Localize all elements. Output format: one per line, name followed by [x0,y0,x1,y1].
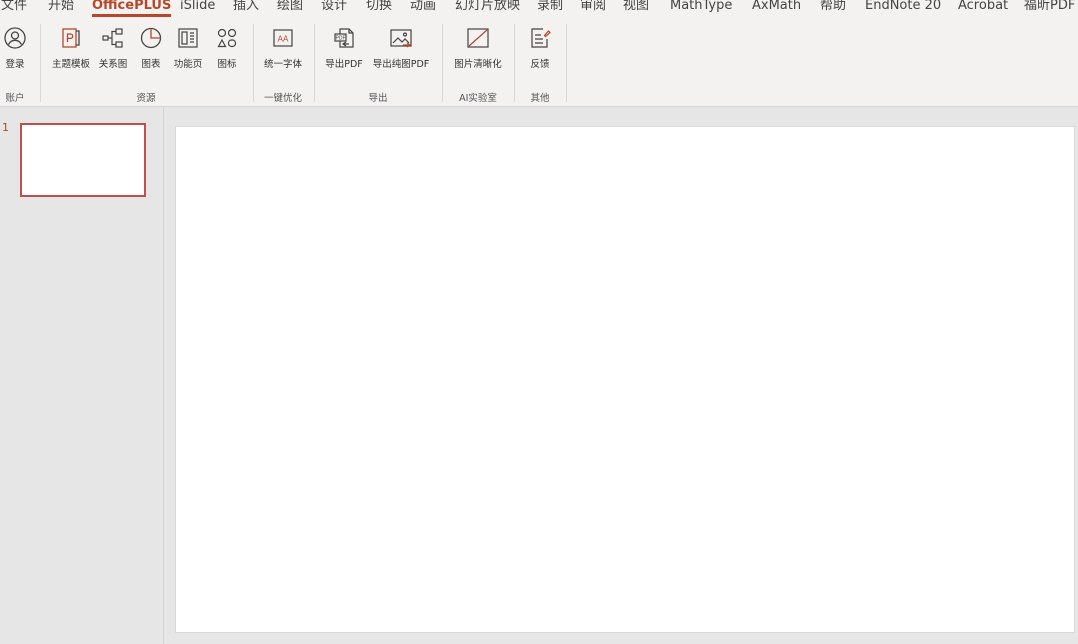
image-pdf-icon [389,26,413,50]
group-label-optimize: 一键优化 [263,93,302,104]
feedback-label: 反馈 [530,59,550,70]
tab-acrobat[interactable]: Acrobat [958,0,1008,16]
ribbon-tab-bar: 文件 开始 OfficePLUS iSlide 插入 绘图 设计 切换 动画 幻… [0,0,1078,18]
group-separator [253,24,254,102]
tab-endnote[interactable]: EndNote 20 [865,0,941,16]
function-page-icon [176,26,200,50]
export-image-pdf-button[interactable]: 导出纯图PDF [368,22,434,72]
login-label: 登录 [5,59,25,70]
shapes-icon [215,26,239,50]
relation-chart-button[interactable]: 关系图 [96,22,130,72]
pie-icon [139,26,163,50]
theme-template-button[interactable]: 主题模板 [48,22,94,72]
group-separator [40,24,41,102]
group-separator [566,24,567,102]
ribbon: 登录 账户 主题模板 关系图 图表 功能页 图标 资源 AA 统一字体 一键优化… [0,18,1078,107]
tab-foxit-pdf[interactable]: 福昕PDF [1024,0,1075,16]
group-separator [314,24,315,102]
svg-text:AA: AA [278,35,289,44]
chart-button[interactable]: 图表 [136,22,166,72]
image-clarify-icon [466,26,490,50]
tab-officeplus[interactable]: OfficePLUS [92,0,172,17]
feedback-button[interactable]: 反馈 [522,22,558,72]
svg-text:PDF: PDF [336,36,346,42]
tab-design[interactable]: 设计 [321,0,347,16]
tab-islide[interactable]: iSlide [180,0,215,16]
export-image-pdf-label: 导出纯图PDF [372,59,430,70]
pdf-icon: PDF [332,26,356,50]
user-icon [3,26,27,50]
slide-number: 1 [2,121,9,134]
relation-chart-label: 关系图 [98,59,128,70]
group-separator [442,24,443,102]
slide-canvas[interactable] [175,126,1075,633]
tab-help[interactable]: 帮助 [820,0,846,16]
group-label-other: 其他 [530,93,550,104]
function-page-button[interactable]: 功能页 [170,22,206,72]
relation-icon [101,26,125,50]
tab-animations[interactable]: 动画 [410,0,436,16]
export-pdf-button[interactable]: PDF 导出PDF [321,22,367,72]
tab-transitions[interactable]: 切换 [366,0,392,16]
unify-font-label: 统一字体 [263,59,302,70]
tab-draw[interactable]: 绘图 [277,0,303,16]
template-icon [59,26,83,50]
icons-button[interactable]: 图标 [212,22,242,72]
font-icon: AA [271,26,295,50]
tab-record[interactable]: 录制 [537,0,563,16]
group-label-export: 导出 [368,93,388,104]
tab-view[interactable]: 视图 [623,0,649,16]
tab-slideshow[interactable]: 幻灯片放映 [455,0,520,16]
tab-axmath[interactable]: AxMath [752,0,801,16]
tab-home[interactable]: 开始 [48,0,74,16]
group-label-ai-lab: AI实验室 [459,93,497,104]
feedback-icon [528,26,552,50]
tab-mathtype[interactable]: MathType [670,0,732,16]
group-label-resources: 资源 [136,93,156,104]
icons-label: 图标 [217,59,237,70]
theme-template-label: 主题模板 [51,59,90,70]
chart-label: 图表 [141,59,161,70]
login-button[interactable]: 登录 [0,22,30,72]
slide-thumbnail-pane[interactable]: 1 [0,107,164,644]
export-pdf-label: 导出PDF [325,59,363,70]
group-label-account: 账户 [5,93,25,104]
tab-review[interactable]: 审阅 [580,0,606,16]
unify-font-button[interactable]: AA 统一字体 [260,22,306,72]
function-page-label: 功能页 [173,59,203,70]
tab-insert[interactable]: 插入 [233,0,259,16]
image-clarify-label: 图片清晰化 [454,59,502,70]
slide-thumbnail[interactable] [20,123,146,197]
tab-file[interactable]: 文件 [1,0,27,16]
image-clarify-button[interactable]: 图片清晰化 [448,22,508,72]
group-separator [514,24,515,102]
